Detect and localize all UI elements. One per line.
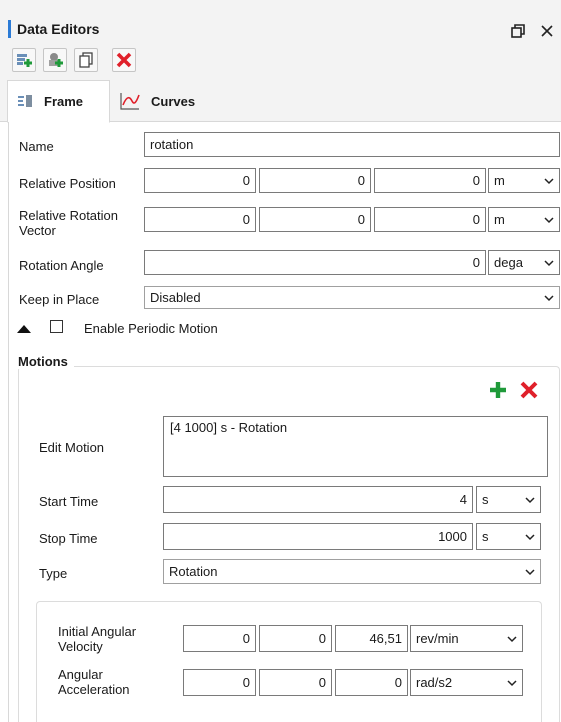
delete-motion-button[interactable] xyxy=(520,381,538,402)
copy-button[interactable] xyxy=(74,48,98,72)
delete-icon xyxy=(116,52,132,68)
relative-rotation-vector-label: Relative Rotation Vector xyxy=(19,208,118,238)
rotation-vector-z-input[interactable]: 0 xyxy=(374,207,486,232)
angular-velocity-x-input[interactable]: 0 xyxy=(183,625,256,652)
tab-frame[interactable]: Frame xyxy=(7,80,110,123)
rotation-vector-unit-select[interactable]: m xyxy=(488,207,560,232)
name-input[interactable]: rotation xyxy=(144,132,560,157)
window-title: Data Editors xyxy=(17,21,100,37)
chevron-down-icon xyxy=(544,216,554,223)
initial-angular-velocity-label: Initial Angular Velocity xyxy=(58,624,137,654)
copy-icon xyxy=(79,52,93,68)
stop-time-label: Stop Time xyxy=(39,531,98,546)
rotation-vector-y-input[interactable]: 0 xyxy=(259,207,371,232)
chevron-down-icon xyxy=(525,496,535,503)
name-label: Name xyxy=(19,139,54,154)
relative-position-z-input[interactable]: 0 xyxy=(374,168,486,193)
chevron-down-icon xyxy=(544,259,554,266)
close-icon[interactable] xyxy=(538,22,556,40)
chevron-down-icon xyxy=(525,568,535,575)
add-object-icon xyxy=(49,53,63,67)
frame-icon xyxy=(18,94,32,107)
angular-acceleration-unit-select[interactable]: rad/s2 xyxy=(410,669,523,696)
keep-in-place-select[interactable]: Disabled xyxy=(144,286,560,309)
rotation-angle-label: Rotation Angle xyxy=(19,258,104,273)
start-time-unit-select[interactable]: s xyxy=(476,486,541,513)
add-frame-icon xyxy=(17,54,32,67)
rotation-angle-input[interactable]: 0 xyxy=(144,250,486,275)
title-accent-bar xyxy=(8,20,11,38)
tab-frame-label: Frame xyxy=(44,94,84,109)
relative-position-y-input[interactable]: 0 xyxy=(259,168,371,193)
add-object-button[interactable] xyxy=(43,48,67,72)
tab-curves[interactable]: Curves xyxy=(116,80,226,122)
relative-position-unit-select[interactable]: m xyxy=(488,168,560,193)
float-window-icon[interactable] xyxy=(509,22,527,40)
angular-acceleration-x-input[interactable]: 0 xyxy=(183,669,256,696)
edit-motion-list[interactable]: [4 1000] s - Rotation xyxy=(163,416,548,477)
keep-in-place-label: Keep in Place xyxy=(19,292,100,307)
plus-icon xyxy=(490,382,506,398)
chevron-down-icon xyxy=(544,294,554,301)
motions-title: Motions xyxy=(18,354,74,369)
edit-motion-label: Edit Motion xyxy=(39,440,105,455)
angular-velocity-z-input[interactable]: 46,51 xyxy=(335,625,408,652)
angular-velocity-unit-select[interactable]: rev/min xyxy=(410,625,523,652)
type-label: Type xyxy=(39,566,68,581)
stop-time-input[interactable]: 1000 xyxy=(163,523,473,550)
relative-position-label: Relative Position xyxy=(19,176,116,191)
add-motion-button[interactable] xyxy=(488,380,508,403)
relative-position-x-input[interactable]: 0 xyxy=(144,168,256,193)
curve-icon xyxy=(120,93,140,110)
delete-icon xyxy=(520,381,538,399)
tab-curves-label: Curves xyxy=(151,93,196,109)
motion-type-select[interactable]: Rotation xyxy=(163,559,541,584)
rotation-vector-x-input[interactable]: 0 xyxy=(144,207,256,232)
angular-acceleration-y-input[interactable]: 0 xyxy=(259,669,332,696)
start-time-label: Start Time xyxy=(39,494,99,509)
angular-velocity-y-input[interactable]: 0 xyxy=(259,625,332,652)
angular-acceleration-label: Angular Acceleration xyxy=(58,667,130,697)
periodic-motion-label: Enable Periodic Motion xyxy=(84,321,218,336)
collapse-arrow-icon[interactable] xyxy=(17,322,31,337)
add-frame-button[interactable] xyxy=(12,48,36,72)
angular-acceleration-z-input[interactable]: 0 xyxy=(335,669,408,696)
chevron-down-icon xyxy=(544,177,554,184)
rotation-angle-unit-select[interactable]: dega xyxy=(488,250,560,275)
chevron-down-icon xyxy=(507,635,517,642)
start-time-input[interactable]: 4 xyxy=(163,486,473,513)
rotation-parameters-group xyxy=(36,601,542,722)
delete-button[interactable] xyxy=(112,48,136,72)
periodic-motion-checkbox[interactable] xyxy=(50,320,63,333)
stop-time-unit-select[interactable]: s xyxy=(476,523,541,550)
chevron-down-icon xyxy=(525,533,535,540)
chevron-down-icon xyxy=(507,679,517,686)
